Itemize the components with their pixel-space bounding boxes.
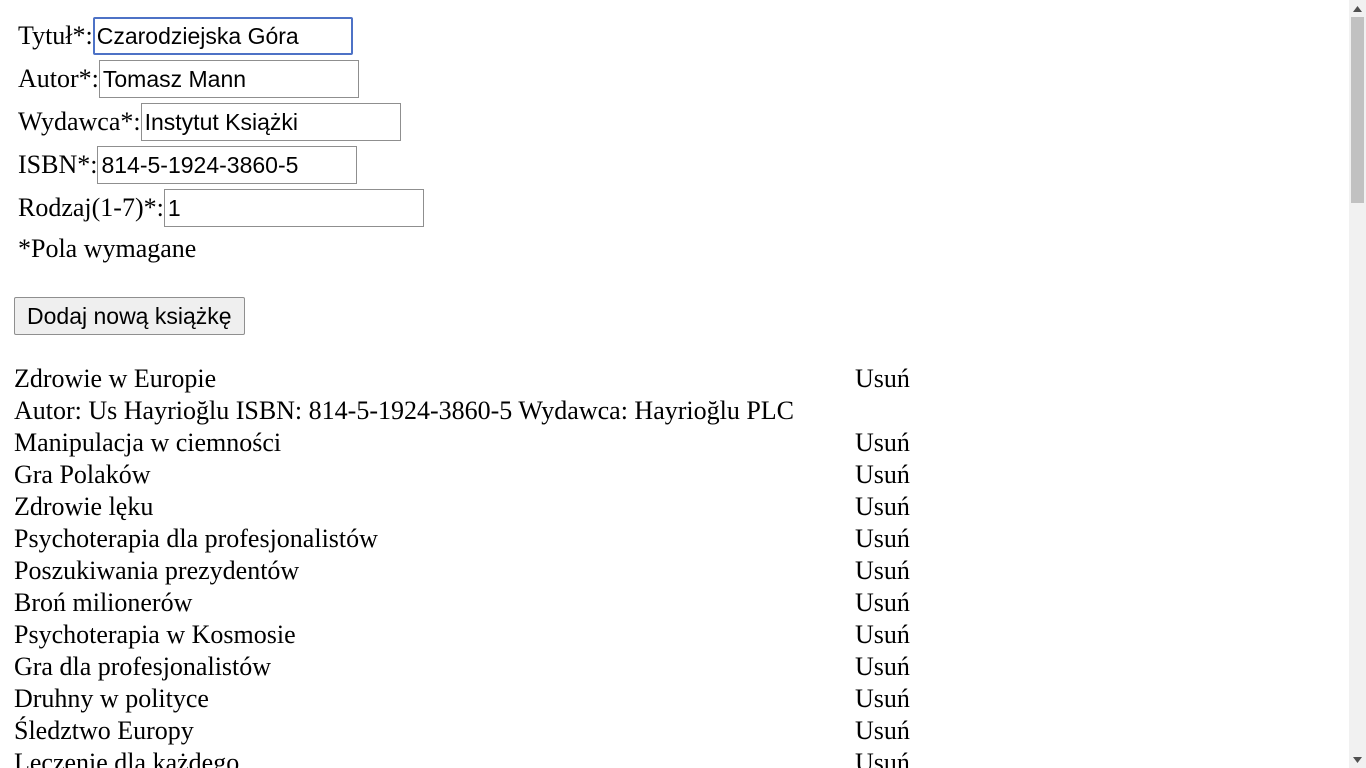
book-list-item[interactable]: Psychoterapia w Kosmosie Usuń (14, 619, 910, 651)
book-list-item[interactable]: Psychoterapia dla profesjonalistów Usuń (14, 523, 910, 555)
scroll-down-arrow-icon[interactable] (1349, 751, 1366, 768)
page-content: Tytuł*: Autor*: Wydawca*: ISBN*: Rodzaj(… (0, 0, 1349, 768)
remove-book-link[interactable]: Usuń (855, 363, 910, 395)
isbn-input[interactable] (97, 146, 358, 184)
remove-book-link[interactable]: Usuń (855, 491, 910, 523)
book-title[interactable]: Manipulacja w ciemności (14, 427, 855, 459)
book-title[interactable]: Śledztwo Europy (14, 715, 855, 747)
book-list-item[interactable]: Gra Polaków Usuń (14, 459, 910, 491)
add-book-button[interactable]: Dodaj nową książkę (14, 297, 245, 335)
remove-book-link[interactable]: Usuń (855, 459, 910, 491)
isbn-row: ISBN*: (18, 146, 358, 184)
isbn-label: ISBN*: (18, 150, 98, 179)
required-fields-note: *Pola wymagane (18, 234, 197, 263)
scroll-up-arrow-icon[interactable] (1349, 0, 1366, 17)
remove-book-link[interactable]: Usuń (855, 651, 910, 683)
remove-book-link[interactable]: Usuń (855, 427, 910, 459)
remove-book-link[interactable]: Usuń (855, 683, 910, 715)
book-details: Autor: Us Hayrioğlu ISBN: 814-5-1924-386… (14, 396, 795, 425)
book-title[interactable]: Leczenie dla każdego (14, 747, 855, 768)
book-title[interactable]: Zdrowie lęku (14, 491, 855, 523)
remove-book-link[interactable]: Usuń (855, 555, 910, 587)
remove-book-link[interactable]: Usuń (855, 619, 910, 651)
genre-row: Rodzaj(1-7)*: (18, 189, 424, 227)
remove-book-link[interactable]: Usuń (855, 587, 910, 619)
book-title[interactable]: Broń milionerów (14, 587, 855, 619)
genre-input[interactable] (163, 189, 424, 227)
book-title[interactable]: Poszukiwania prezydentów (14, 555, 855, 587)
publisher-input[interactable] (140, 103, 401, 141)
book-title[interactable]: Gra dla profesjonalistów (14, 651, 855, 683)
book-list-item[interactable]: Gra dla profesjonalistów Usuń (14, 651, 910, 683)
publisher-row: Wydawca*: (18, 103, 401, 141)
book-list-item[interactable]: Broń milionerów Usuń (14, 587, 910, 619)
title-input[interactable] (92, 17, 353, 55)
book-list-item[interactable]: Śledztwo Europy Usuń (14, 715, 910, 747)
author-row: Autor*: (18, 60, 359, 98)
genre-label: Rodzaj(1-7)*: (18, 193, 164, 222)
book-list-item[interactable]: Zdrowie w Europie Usuń (14, 363, 910, 395)
book-details-row: Autor: Us Hayrioğlu ISBN: 814-5-1924-386… (14, 395, 910, 427)
remove-book-link[interactable]: Usuń (855, 747, 910, 768)
book-list: Zdrowie w Europie Usuń Autor: Us Hayrioğ… (14, 363, 910, 768)
book-title[interactable]: Gra Polaków (14, 459, 855, 491)
author-input[interactable] (98, 60, 359, 98)
book-list-item[interactable]: Leczenie dla każdego Usuń (14, 747, 910, 768)
book-title[interactable]: Psychoterapia w Kosmosie (14, 619, 855, 651)
book-list-item[interactable]: Zdrowie lęku Usuń (14, 491, 910, 523)
vertical-scrollbar[interactable] (1349, 0, 1366, 768)
publisher-label: Wydawca*: (18, 107, 141, 136)
remove-book-link[interactable]: Usuń (855, 523, 910, 555)
author-label: Autor*: (18, 64, 99, 93)
book-list-item[interactable]: Manipulacja w ciemności Usuń (14, 427, 910, 459)
remove-book-link[interactable]: Usuń (855, 715, 910, 747)
book-title[interactable]: Druhny w polityce (14, 683, 855, 715)
book-title[interactable]: Psychoterapia dla profesjonalistów (14, 523, 855, 555)
book-title[interactable]: Zdrowie w Europie (14, 363, 855, 395)
book-list-item[interactable]: Druhny w polityce Usuń (14, 683, 910, 715)
book-list-item[interactable]: Poszukiwania prezydentów Usuń (14, 555, 910, 587)
scrollbar-thumb[interactable] (1351, 17, 1364, 203)
title-label: Tytuł*: (18, 21, 93, 50)
title-row: Tytuł*: (18, 17, 353, 55)
